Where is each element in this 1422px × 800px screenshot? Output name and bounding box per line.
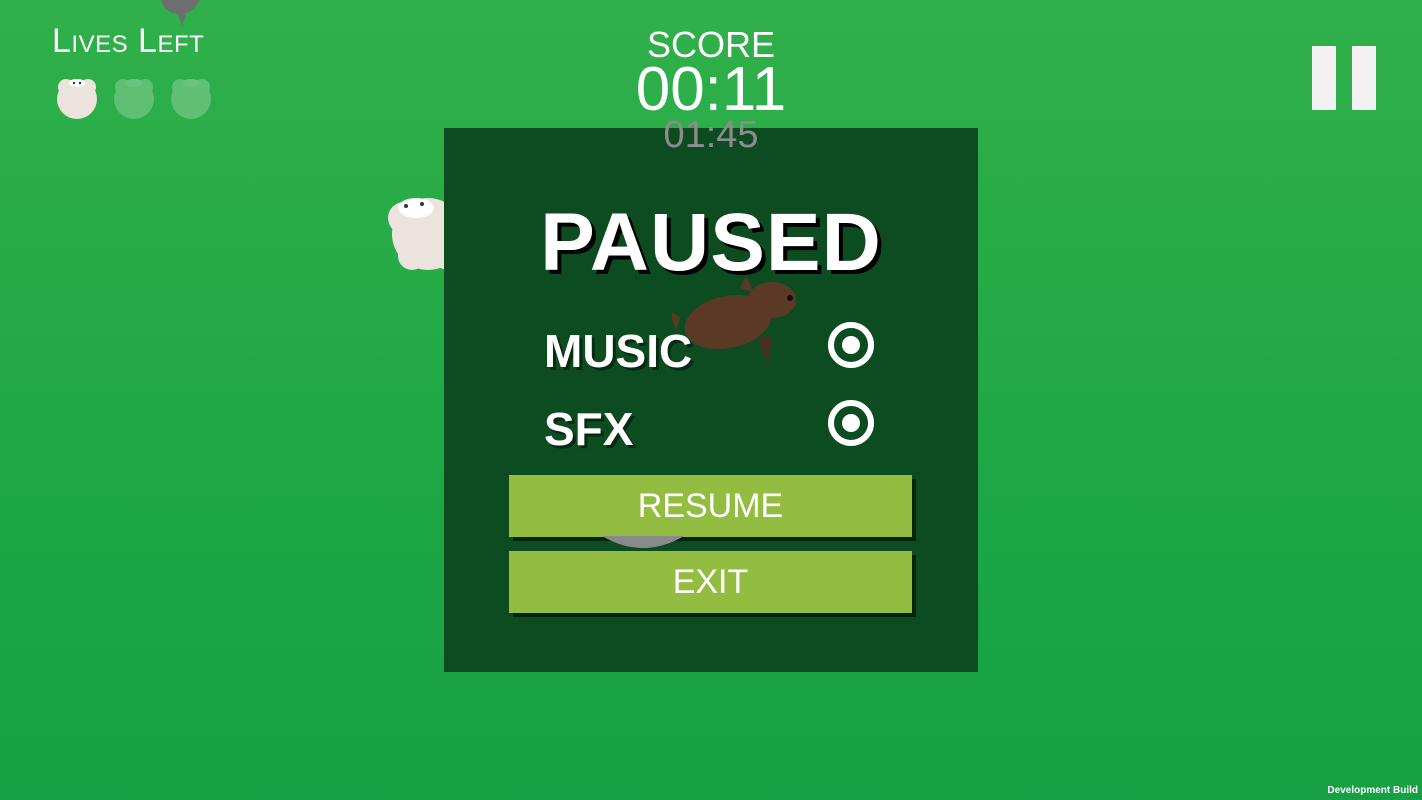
exit-button[interactable]: EXIT (509, 551, 912, 613)
grey-sheep-icon (602, 536, 684, 548)
sfx-label: SFX (544, 403, 634, 455)
music-toggle-radio-on-icon[interactable] (828, 322, 874, 368)
sfx-toggle-radio-on-icon[interactable] (828, 400, 874, 446)
best-time: 01:45 (663, 114, 759, 156)
music-label: MUSIC (544, 325, 693, 377)
pause-panel: PAUSED MUSIC SFX RESUME EXIT (444, 128, 978, 672)
pause-icon (1312, 46, 1336, 110)
pause-icon (1352, 46, 1376, 110)
resume-button[interactable]: RESUME (509, 475, 912, 537)
paused-title: PAUSED (540, 197, 882, 288)
development-build-label: Development Build (1327, 785, 1418, 796)
pause-button[interactable] (1312, 46, 1376, 110)
